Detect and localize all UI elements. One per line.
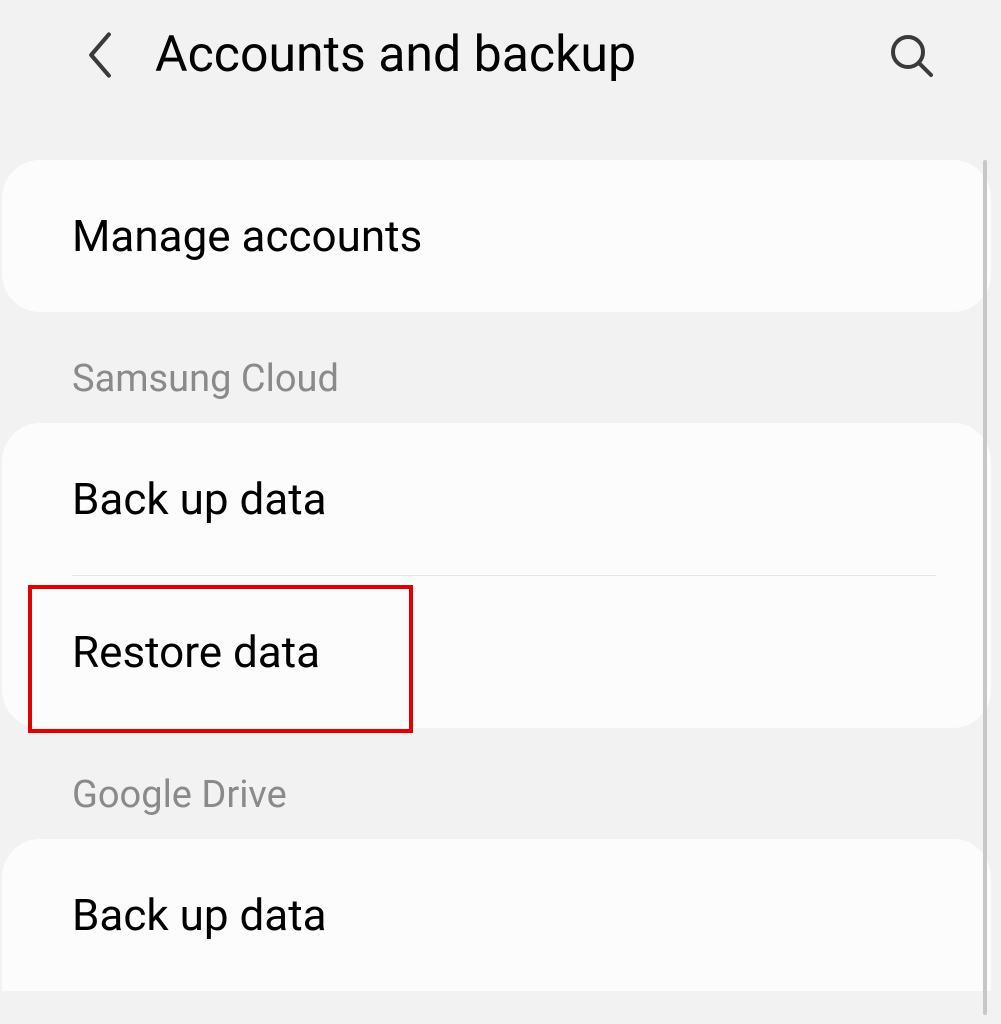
- google-backup-item[interactable]: Back up data: [2, 839, 991, 991]
- app-header: Accounts and backup: [0, 0, 1001, 120]
- samsung-cloud-card: Back up data Restore data: [2, 423, 991, 728]
- search-icon[interactable]: [881, 25, 941, 85]
- page-title: Accounts and backup: [155, 26, 881, 84]
- samsung-cloud-header: Samsung Cloud: [2, 312, 991, 423]
- accounts-card: Manage accounts: [2, 160, 991, 312]
- google-drive-header: Google Drive: [2, 728, 991, 839]
- back-icon[interactable]: [75, 30, 125, 80]
- samsung-backup-item[interactable]: Back up data: [2, 423, 991, 575]
- restore-data-item[interactable]: Restore data: [2, 576, 991, 728]
- scrollbar[interactable]: [983, 160, 987, 1015]
- google-drive-card: Back up data: [2, 839, 991, 991]
- settings-content: Manage accounts Samsung Cloud Back up da…: [0, 160, 1001, 991]
- manage-accounts-item[interactable]: Manage accounts: [2, 160, 991, 312]
